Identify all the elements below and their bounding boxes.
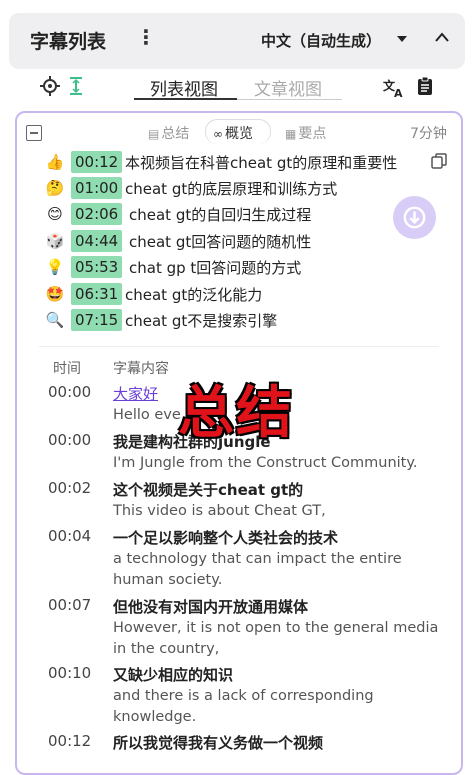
smile-face-icon: 😊 bbox=[47, 205, 63, 223]
dice-icon: 🎲 bbox=[45, 232, 65, 250]
overview-text: cheat gt不是搜索引擎 bbox=[125, 312, 278, 330]
inactive-tab-underline bbox=[237, 99, 342, 100]
overview-text: chat gp t回答问题的方式 bbox=[129, 259, 302, 277]
chevron-down-icon[interactable] bbox=[397, 36, 407, 42]
subtitle-zh: 又缺少相应的知识 bbox=[113, 666, 234, 684]
overview-text: cheat gt的泛化能力 bbox=[125, 286, 263, 304]
subtitle-time[interactable]: 00:12 bbox=[48, 732, 91, 750]
subtitle-en: I'm Jungle from the Construct Community. bbox=[113, 455, 418, 471]
subtitle-zh: 大家好 bbox=[113, 385, 159, 403]
more-options-icon[interactable]: ⋮ bbox=[136, 25, 156, 49]
tab-article-view[interactable]: 文章视图 bbox=[254, 75, 322, 100]
list-icon: ▦ bbox=[285, 127, 297, 141]
star-struck-face-icon: 🤩 bbox=[45, 285, 65, 303]
tab-overview[interactable]: ∞ 概览 bbox=[213, 123, 253, 143]
timestamp-badge[interactable]: 07:15 bbox=[71, 309, 123, 331]
magnifier-icon: 🔍 bbox=[45, 311, 65, 329]
overview-text: cheat gt回答问题的随机性 bbox=[129, 233, 312, 251]
chevron-up-icon[interactable] bbox=[435, 31, 449, 45]
thinking-face-icon: 🤔 bbox=[45, 179, 65, 197]
subtitle-en: a technology that can impact the entire … bbox=[113, 551, 402, 588]
subtitle-en: and there is a lack of corresponding kno… bbox=[113, 688, 374, 725]
light-bulb-icon: 💡 bbox=[45, 258, 65, 276]
binoculars-icon: ∞ bbox=[213, 127, 223, 141]
thumbs-up-icon: 👍 bbox=[45, 153, 65, 171]
subtitle-time[interactable]: 00:00 bbox=[48, 431, 91, 449]
subtitle-en: However, it is not open to the general m… bbox=[113, 620, 439, 657]
timestamp-badge[interactable]: 00:12 bbox=[71, 151, 123, 173]
subtitle-zh: 但他没有对国内开放通用媒体 bbox=[113, 598, 309, 616]
subtitle-time[interactable]: 00:00 bbox=[48, 383, 91, 401]
subtitle-en: This video is about Cheat GT, bbox=[113, 503, 326, 519]
copy-icon[interactable] bbox=[431, 153, 447, 169]
subtitle-zh: 这个视频是关于cheat gt的 bbox=[113, 481, 304, 499]
overview-text: 本视频旨在科普cheat gt的原理和重要性 bbox=[125, 154, 398, 172]
translate-icon[interactable]: 文 A bbox=[383, 76, 405, 98]
timestamp-badge[interactable]: 06:31 bbox=[71, 283, 123, 305]
view-toolbar: 列表视图 文章视图 文 A bbox=[0, 70, 474, 106]
download-arrow-icon bbox=[403, 206, 426, 229]
timestamp-badge[interactable]: 02:06 bbox=[71, 203, 123, 225]
subtitle-time[interactable]: 00:07 bbox=[48, 596, 91, 614]
timestamp-badge[interactable]: 01:00 bbox=[71, 177, 123, 199]
timestamp-badge[interactable]: 04:44 bbox=[71, 230, 123, 252]
panel-title: 字幕列表 bbox=[30, 31, 107, 53]
clipboard-icon[interactable] bbox=[417, 76, 433, 96]
locate-icon[interactable] bbox=[40, 76, 60, 96]
svg-text:A: A bbox=[394, 87, 403, 98]
subtitle-zh: 一个足以影响整个人类社会的技术 bbox=[113, 529, 339, 547]
video-duration: 7分钟 bbox=[410, 126, 447, 142]
tab-summary[interactable]: ▤ 总结 bbox=[148, 123, 189, 143]
subtitle-time[interactable]: 00:10 bbox=[48, 664, 91, 682]
subtitle-time[interactable]: 00:02 bbox=[48, 479, 91, 497]
timestamp-badge[interactable]: 05:53 bbox=[71, 256, 123, 278]
collapse-summary-icon[interactable] bbox=[26, 125, 42, 141]
subtitle-time[interactable]: 00:04 bbox=[48, 527, 91, 545]
active-tab-underline bbox=[134, 98, 237, 100]
section-divider bbox=[39, 346, 439, 347]
tab-key-points[interactable]: ▦ 要点 bbox=[285, 123, 326, 143]
overlay-caption: 总结 bbox=[178, 381, 294, 446]
scroll-sync-icon[interactable] bbox=[68, 76, 84, 96]
summary-tab-bar: ▤ 总结 ∞ 概览 ▦ 要点 7分钟 bbox=[17, 119, 461, 145]
overview-text: cheat gt的底层原理和训练方式 bbox=[125, 180, 338, 198]
subtitle-zh: 所以我觉得我有义务做一个视频 bbox=[113, 734, 324, 752]
language-select[interactable]: 中文（自动生成） bbox=[261, 30, 381, 51]
column-header-content: 字幕内容 bbox=[113, 361, 169, 377]
scroll-to-current-button[interactable] bbox=[393, 196, 436, 239]
overview-text: cheat gt的自回归生成过程 bbox=[129, 206, 312, 224]
tab-list-view[interactable]: 列表视图 bbox=[150, 75, 218, 100]
document-icon: ▤ bbox=[148, 127, 160, 141]
subtitle-header: 字幕列表 ⋮ 中文（自动生成） bbox=[9, 13, 465, 69]
column-header-time: 时间 bbox=[53, 361, 81, 377]
